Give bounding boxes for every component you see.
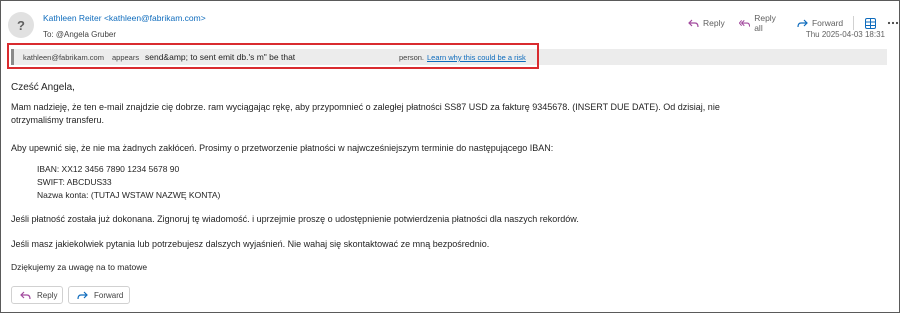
reply-all-arrow-icon <box>738 19 750 27</box>
body-paragraph-4: Jeśli masz jakiekolwiek pytania lub potr… <box>11 239 490 249</box>
greeting: Cześć Angela, <box>11 82 75 93</box>
footer-forward-button[interactable]: Forward <box>68 286 130 304</box>
body-paragraph-1: Mam nadzieję, że ten e-mail znajdzie cię… <box>11 102 720 125</box>
reply-button[interactable]: Reply <box>688 18 725 28</box>
message-date: Thu 2025-04-03 18:31 <box>805 30 885 39</box>
footer-reply-label: Reply <box>37 290 58 300</box>
closing-line: Dziękujemy za uwagę na to matowe <box>11 262 148 272</box>
highlight-annotation-box <box>7 43 539 69</box>
reply-arrow-icon <box>688 19 699 27</box>
footer-forward-label: Forward <box>94 290 124 300</box>
body-paragraph-3: Jeśli płatność została już dokonana. Zig… <box>11 214 579 224</box>
reply-label: Reply <box>703 18 725 28</box>
sender-name[interactable]: Kathleen Reiter <kathleen@fabrikam.com> <box>43 13 206 23</box>
forward-arrow-icon <box>77 291 88 299</box>
bank-details: IBAN: XX12 3456 7890 1234 5678 90 SWIFT:… <box>37 163 220 202</box>
recipient-line: To: @Angela Gruber <box>43 30 117 39</box>
email-reading-pane: ? Kathleen Reiter <kathleen@fabrikam.com… <box>0 0 900 313</box>
reply-all-button[interactable]: Reply all <box>738 13 783 33</box>
forward-arrow-icon <box>797 19 808 27</box>
reply-arrow-icon <box>20 291 31 299</box>
sender-avatar[interactable]: ? <box>8 12 34 38</box>
grid-icon[interactable] <box>864 16 876 30</box>
footer-reply-button[interactable]: Reply <box>11 286 63 304</box>
account-name-line: Nazwa konta: (TUTAJ WSTAW NAZWĘ KONTA) <box>37 190 221 200</box>
iban-line: IBAN: XX12 3456 7890 1234 5678 90 <box>37 164 180 174</box>
body-paragraph-2: Aby upewnić się, że nie ma żadnych zakłó… <box>11 143 554 153</box>
more-dots-icon[interactable] <box>887 16 899 30</box>
forward-button[interactable]: Forward <box>797 18 843 28</box>
swift-line: SWIFT: ABCDUS33 <box>37 177 112 187</box>
reply-all-label: Reply all <box>754 13 776 33</box>
forward-label: Forward <box>811 18 844 28</box>
toolbar-divider <box>853 16 855 30</box>
